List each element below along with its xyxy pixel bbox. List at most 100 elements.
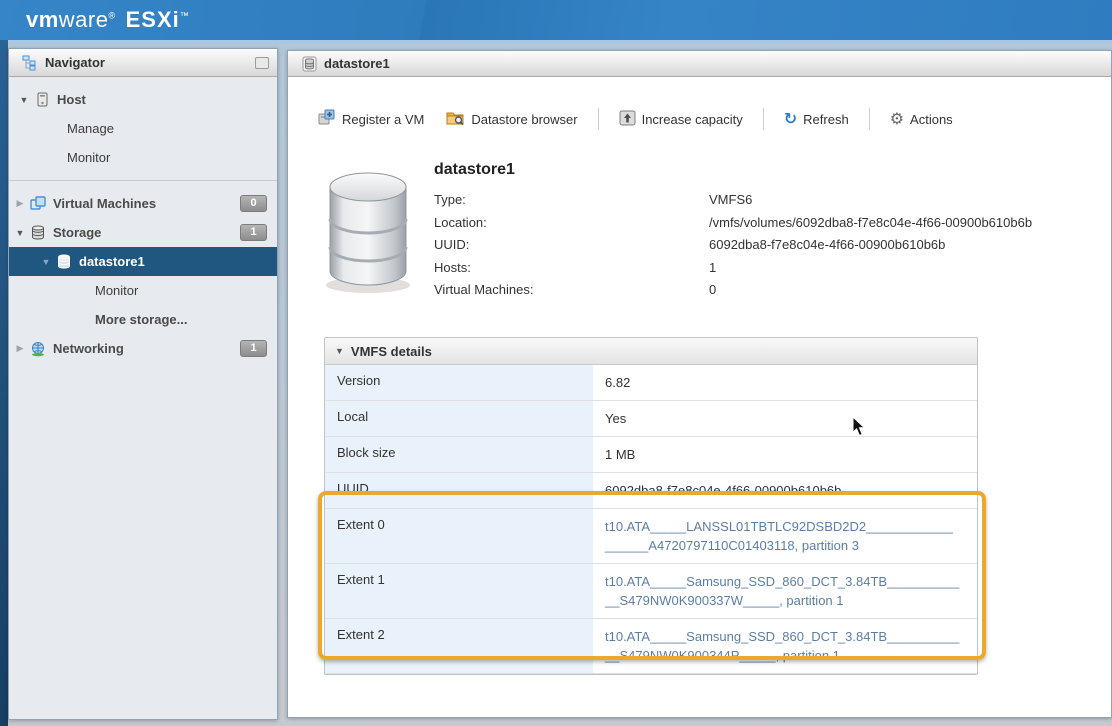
datastore-large-icon (316, 159, 426, 304)
actions-gear-icon: ⚙ (890, 111, 904, 127)
networking-count-badge: 1 (240, 340, 267, 357)
table-row-uuid: UUID 6092dba8-f7e8c04e-4f66-00900b610b6b (325, 473, 977, 509)
sidebar-item-label: Manage (67, 121, 114, 136)
row-label: Version (325, 365, 593, 400)
row-value: 6092dba8-f7e8c04e-4f66-00900b610b6b (593, 473, 853, 508)
window-title: datastore1 (324, 56, 390, 71)
sidebar-item-label: Monitor (95, 283, 138, 298)
table-row-extent-1: Extent 1 t10.ATA_____Samsung_SSD_860_DCT… (325, 564, 977, 619)
summary-text: datastore1 Type: VMFS6 Location: /vmfs/v… (434, 159, 1032, 304)
increase-capacity-button[interactable]: Increase capacity (613, 106, 749, 133)
sidebar-item-networking[interactable]: ▶ Networking 1 (9, 334, 277, 363)
sidebar-item-host[interactable]: ▼ Host (9, 85, 277, 114)
refresh-label: Refresh (803, 112, 849, 127)
actions-label: Actions (910, 112, 953, 127)
table-row-extent-0: Extent 0 t10.ATA_____LANSSL01TBTLC92DSBD… (325, 509, 977, 564)
row-label: Extent 0 (325, 509, 593, 563)
datastore-browser-icon (446, 110, 465, 129)
toolbar-separator (869, 108, 870, 130)
sidebar-item-label: Host (57, 92, 86, 107)
top-banner: vmware®ESXi™ (0, 0, 1112, 40)
datastore-panel: datastore1 Register a VM Datastore brows… (287, 50, 1112, 718)
row-value: 6.82 (593, 365, 642, 400)
table-row-version: Version 6.82 (325, 365, 977, 401)
host-icon (33, 92, 51, 108)
register-vm-button[interactable]: Register a VM (312, 105, 430, 133)
caret-down-icon[interactable]: ▼ (41, 257, 51, 267)
datastore-window-icon (300, 56, 318, 72)
table-row-local: Local Yes (325, 401, 977, 437)
sidebar-item-label: Monitor (67, 150, 110, 165)
storage-count-badge: 1 (240, 224, 267, 241)
refresh-button[interactable]: ↻ Refresh (778, 107, 855, 131)
row-value: 1 MB (593, 437, 647, 472)
storage-icon (29, 225, 47, 241)
networking-icon (29, 341, 47, 357)
field-value: 0 (709, 279, 716, 302)
register-vm-icon (318, 109, 336, 129)
extent-2-device-link[interactable]: t10.ATA_____Samsung_SSD_860_DCT_3.84TB__… (593, 619, 971, 673)
navigator-tree-icon (21, 55, 39, 71)
row-label: Local (325, 401, 593, 436)
datastore-summary: datastore1 Type: VMFS6 Location: /vmfs/v… (288, 133, 1111, 304)
field-label: Location: (434, 212, 709, 235)
row-label: Extent 1 (325, 564, 593, 618)
summary-field-vms: Virtual Machines: 0 (434, 279, 1032, 302)
actions-button[interactable]: ⚙ Actions (884, 107, 959, 131)
toolbar-separator (763, 108, 764, 130)
field-value: /vmfs/volumes/6092dba8-f7e8c04e-4f66-009… (709, 212, 1032, 235)
sidebar-item-label: Virtual Machines (53, 196, 156, 211)
vmware-esxi-logo: vmware®ESXi™ (26, 7, 189, 33)
sidebar-item-label: Storage (53, 225, 101, 240)
increase-capacity-icon (619, 110, 636, 129)
summary-field-uuid: UUID: 6092dba8-f7e8c04e-4f66-00900b610b6… (434, 234, 1032, 257)
navigator-title: Navigator (45, 55, 105, 70)
navigator-header: Navigator (9, 49, 277, 77)
collapse-panel-button[interactable] (255, 57, 269, 69)
logo-reg-mark: ® (108, 11, 115, 21)
refresh-icon: ↻ (784, 111, 797, 127)
sidebar-item-label: datastore1 (79, 254, 145, 269)
row-value: Yes (593, 401, 638, 436)
field-label: Type: (434, 189, 709, 212)
sidebar-item-monitor[interactable]: Monitor (9, 143, 277, 172)
datastore-browser-label: Datastore browser (471, 112, 577, 127)
register-vm-label: Register a VM (342, 112, 424, 127)
toolbar: Register a VM Datastore browser Increase… (288, 77, 1111, 133)
datastore-window-header: datastore1 (288, 51, 1111, 77)
logo-ware: ware (59, 7, 109, 32)
vmfs-details-title: VMFS details (351, 344, 432, 359)
sidebar-item-datastore1[interactable]: ▼ datastore1 (9, 247, 277, 276)
vmfs-details-panel: ▼ VMFS details Version 6.82 Local Yes Bl… (324, 337, 978, 675)
caret-right-icon[interactable]: ▶ (15, 343, 25, 354)
virtual-machines-icon (29, 196, 47, 212)
field-value: 1 (709, 257, 716, 280)
table-row-extent-2: Extent 2 t10.ATA_____Samsung_SSD_860_DCT… (325, 619, 977, 674)
summary-field-hosts: Hosts: 1 (434, 257, 1032, 280)
datastore-icon (55, 254, 73, 270)
sidebar-item-storage[interactable]: ▼ Storage 1 (9, 218, 277, 247)
sidebar-item-virtual-machines[interactable]: ▶ Virtual Machines 0 (9, 189, 277, 218)
caret-right-icon[interactable]: ▶ (15, 198, 25, 209)
logo-product: ESXi (126, 7, 180, 32)
vmfs-details-header[interactable]: ▼ VMFS details (325, 338, 977, 365)
logo-vm: vm (26, 7, 59, 32)
caret-down-icon[interactable]: ▼ (19, 95, 29, 105)
table-row-block-size: Block size 1 MB (325, 437, 977, 473)
caret-down-icon[interactable]: ▼ (15, 228, 25, 238)
sidebar-item-manage[interactable]: Manage (9, 114, 277, 143)
esxi-app: vmware®ESXi™ Navigator ▼ Host Manage (0, 0, 1112, 726)
datastore-browser-button[interactable]: Datastore browser (440, 106, 583, 133)
row-label: Block size (325, 437, 593, 472)
summary-field-location: Location: /vmfs/volumes/6092dba8-f7e8c04… (434, 212, 1032, 235)
extent-0-device-link[interactable]: t10.ATA_____LANSSL01TBTLC92DSBD2D2______… (593, 509, 965, 563)
sidebar-item-label: Networking (53, 341, 124, 356)
field-label: Hosts: (434, 257, 709, 280)
vm-count-badge: 0 (240, 195, 267, 212)
sidebar-item-datastore-monitor[interactable]: Monitor (9, 276, 277, 305)
sidebar-item-more-storage[interactable]: More storage... (9, 305, 277, 334)
field-value: VMFS6 (709, 189, 752, 212)
field-value: 6092dba8-f7e8c04e-4f66-00900b610b6b (709, 234, 945, 257)
sidebar-divider (9, 180, 277, 181)
extent-1-device-link[interactable]: t10.ATA_____Samsung_SSD_860_DCT_3.84TB__… (593, 564, 971, 618)
